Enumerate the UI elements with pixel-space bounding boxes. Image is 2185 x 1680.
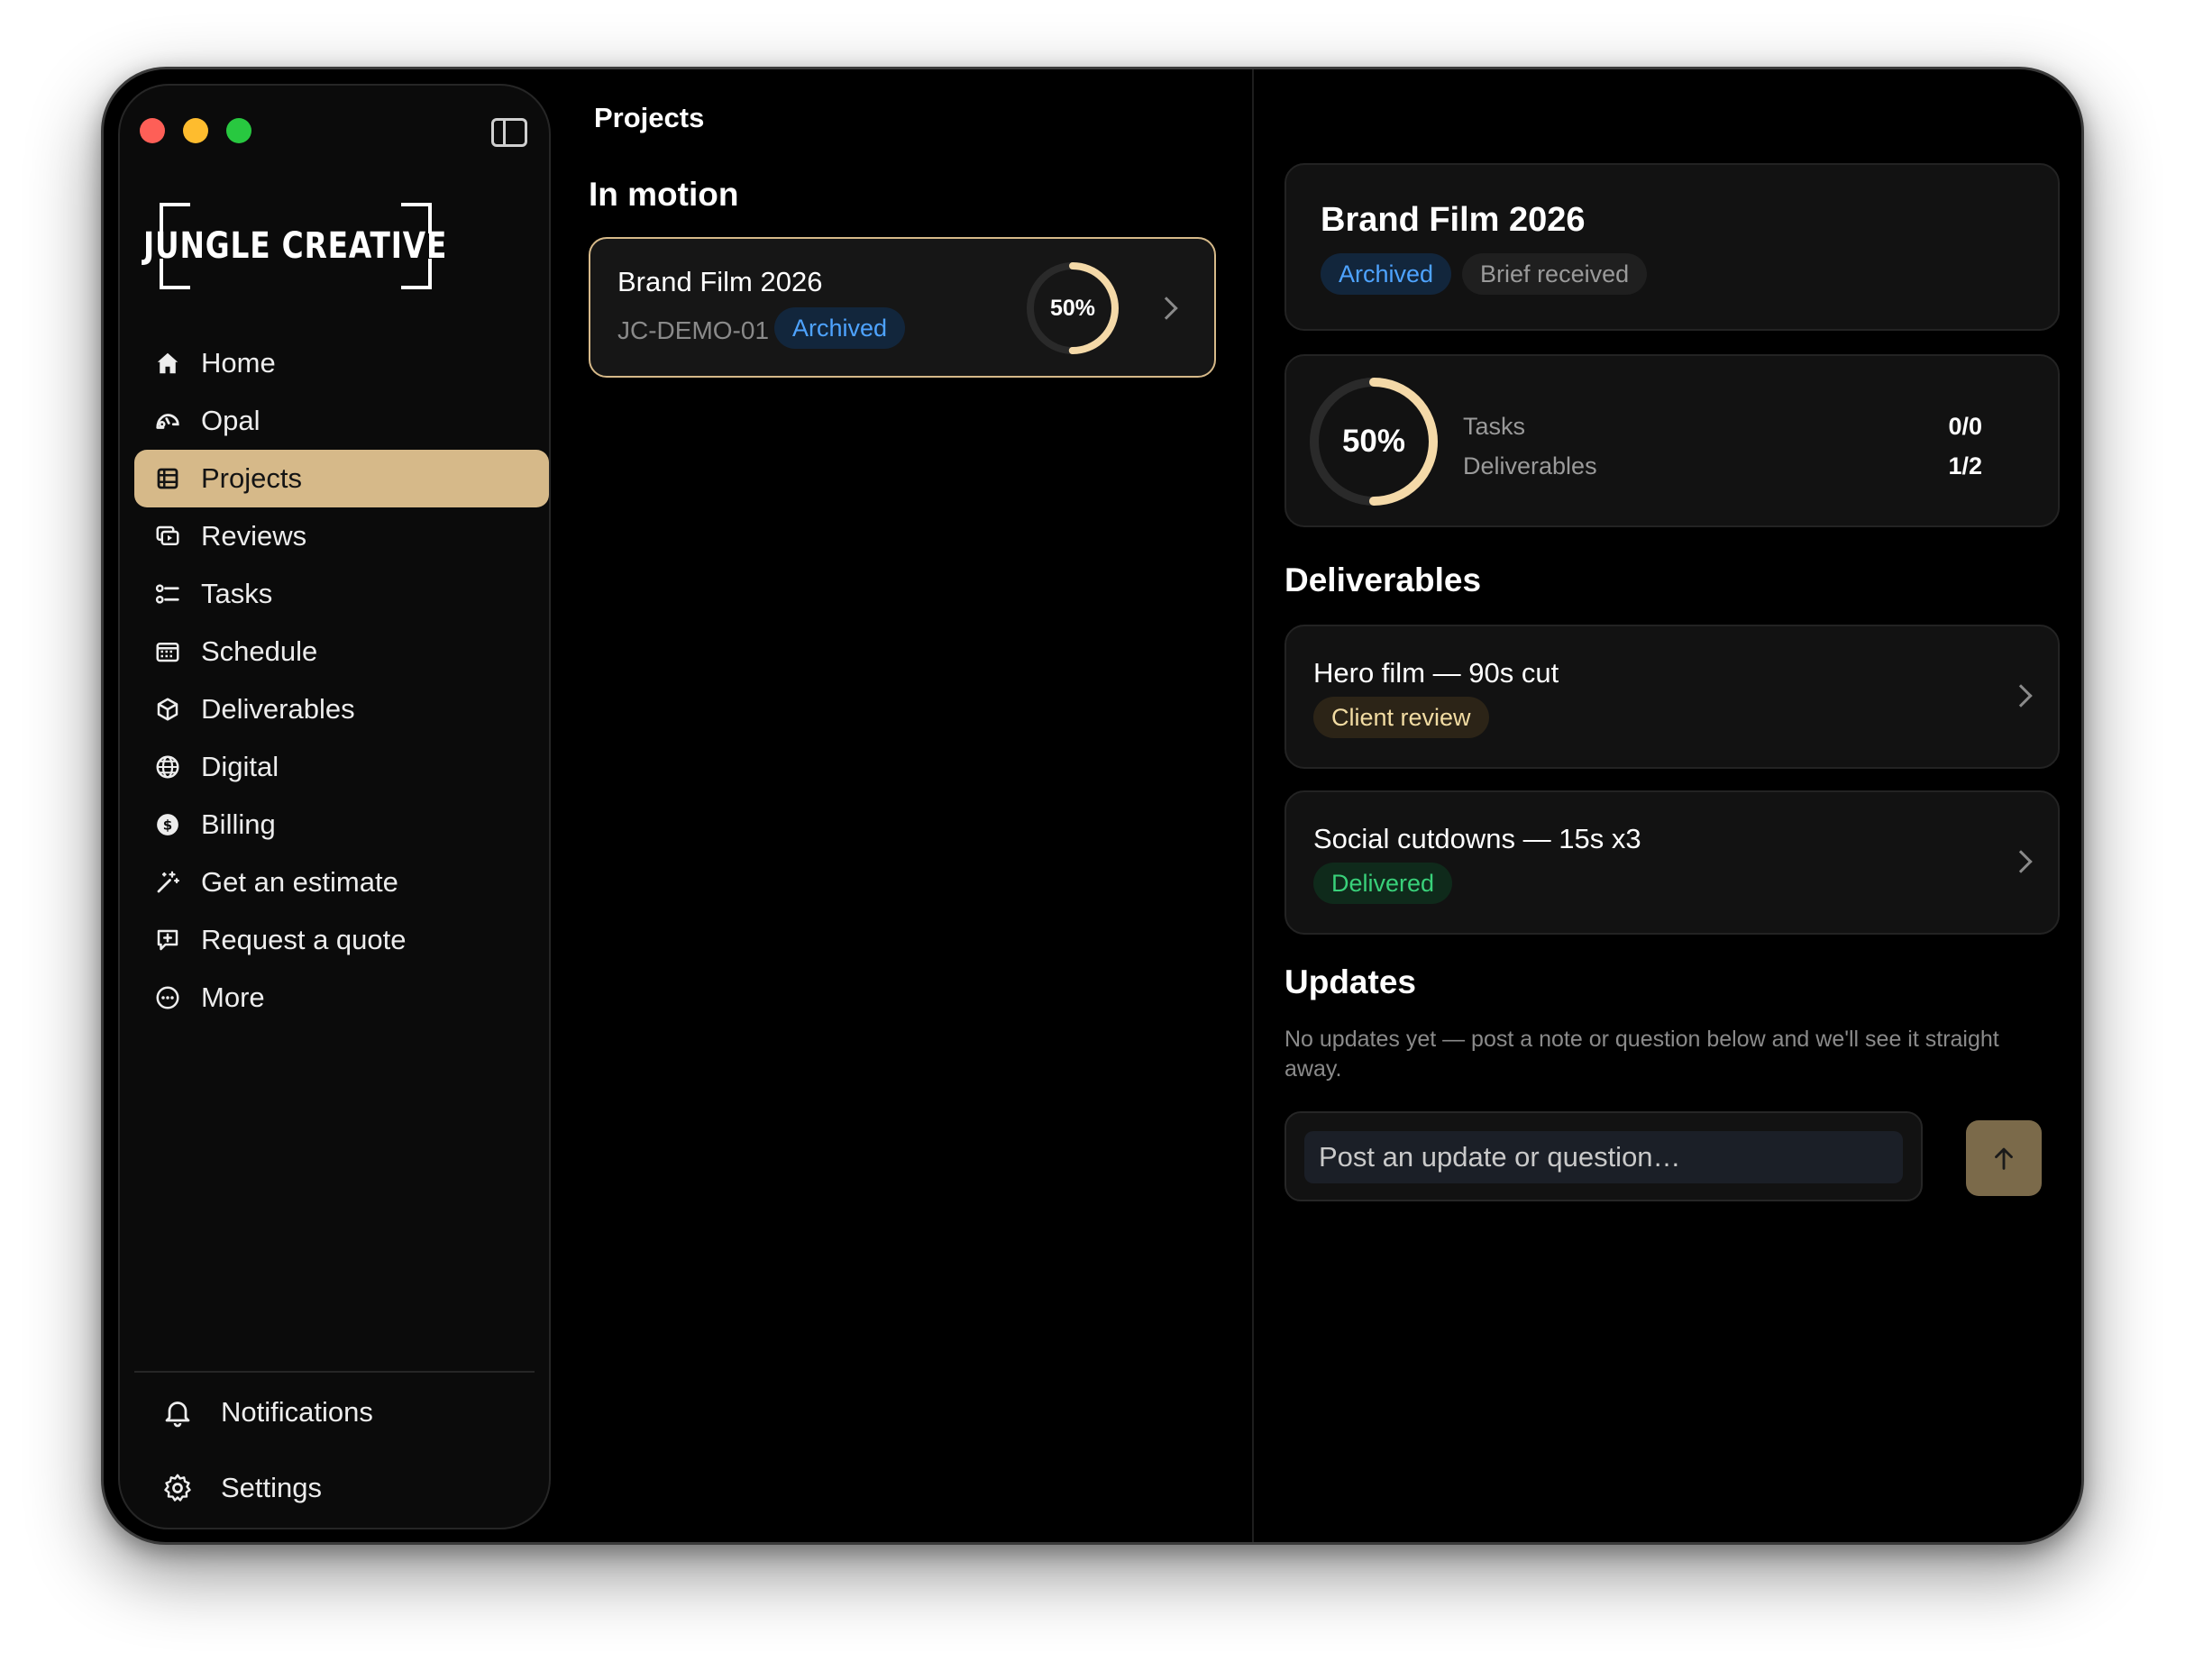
sidebar-nav: Home Opal Projects Reviews Tasks Schedul… — [134, 334, 549, 1027]
chevron-right-icon — [2009, 850, 2033, 873]
detail-badges: Archived Brief received — [1321, 253, 1648, 295]
sidebar-item-label: Notifications — [221, 1396, 373, 1428]
status-badge-brief: Brief received — [1462, 253, 1648, 295]
sidebar-item-deliverables[interactable]: Deliverables — [134, 680, 549, 738]
status-badge: Archived — [774, 307, 906, 349]
sidebar-item-notifications[interactable]: Notifications — [161, 1396, 373, 1429]
projects-icon — [154, 465, 181, 492]
progress-card: 50% Tasks Deliverables 0/0 1/2 — [1284, 354, 2060, 527]
minimize-window-button[interactable] — [183, 118, 208, 143]
svg-text:$: $ — [163, 817, 172, 834]
progress-ring: 50% — [1025, 260, 1120, 356]
reviews-icon — [154, 523, 181, 550]
sidebar-item-label: Digital — [201, 751, 279, 782]
project-card[interactable]: Brand Film 2026 JC-DEMO-01 Archived 50% — [589, 237, 1216, 378]
sidebar-item-projects[interactable]: Projects — [134, 450, 549, 507]
stat-value-deliverables: 1/2 — [1948, 452, 1982, 479]
sidebar-item-label: Request a quote — [201, 924, 407, 955]
home-icon — [154, 350, 181, 377]
sidebar-item-label: Home — [201, 347, 276, 379]
sidebar-item-label: Schedule — [201, 635, 318, 667]
sidebar-item-opal[interactable]: Opal — [134, 392, 549, 450]
section-title-updates: Updates — [1284, 963, 1416, 1000]
chevron-right-icon — [1155, 297, 1178, 320]
stat-values: 0/0 1/2 — [1948, 406, 1982, 486]
send-update-button[interactable] — [1966, 1120, 2042, 1196]
tasks-icon — [154, 580, 181, 607]
sidebar-item-reviews[interactable]: Reviews — [134, 507, 549, 565]
arrow-up-icon — [1995, 1147, 2013, 1170]
sidebar-item-tasks[interactable]: Tasks — [134, 565, 549, 623]
sidebar-divider — [134, 1371, 535, 1373]
sidebar-item-request-quote[interactable]: Request a quote — [134, 911, 549, 969]
project-title: Brand Film 2026 — [617, 266, 823, 297]
update-composer — [1284, 1111, 1923, 1201]
sidebar-item-label: Reviews — [201, 520, 307, 552]
progress-label: 50% — [1341, 424, 1406, 459]
project-header-card: Brand Film 2026 Archived Brief received — [1284, 163, 2060, 331]
deliverable-name: Hero film — 90s cut — [1313, 657, 1559, 689]
window-controls — [140, 118, 251, 143]
section-title-deliverables: Deliverables — [1284, 562, 1482, 598]
sidebar-item-label: Opal — [201, 405, 261, 436]
project-detail: Brand Film 2026 Archived Brief received … — [1284, 69, 2060, 1542]
opal-icon — [154, 407, 181, 434]
stat-label-deliverables: Deliverables — [1463, 452, 1597, 479]
project-code: JC-DEMO-01 — [617, 316, 770, 344]
sidebar-item-get-estimate[interactable]: Get an estimate — [134, 854, 549, 911]
sparkle-wand-icon — [154, 869, 181, 896]
sidebar: JUNGLE CREATIVE Home Opal Projects Revie… — [118, 84, 551, 1529]
brand-logo-text: JUNGLE CREATIVE — [143, 225, 448, 267]
status-badge: Client review — [1313, 697, 1489, 738]
deliverable-name: Social cutdowns — 15s x3 — [1313, 823, 1641, 854]
stat-value-tasks: 0/0 — [1948, 413, 1982, 440]
zoom-window-button[interactable] — [226, 118, 251, 143]
status-badge: Delivered — [1313, 863, 1453, 904]
progress-label: 50% — [1049, 295, 1096, 321]
deliverable-item[interactable]: Social cutdowns — 15s x3 Delivered — [1284, 790, 2060, 935]
sidebar-item-home[interactable]: Home — [134, 334, 549, 392]
sidebar-item-settings[interactable]: Settings — [161, 1472, 322, 1504]
sidebar-item-label: Projects — [201, 462, 302, 494]
sidebar-item-label: Billing — [201, 808, 276, 840]
sidebar-item-more[interactable]: More — [134, 969, 549, 1027]
stat-label-tasks: Tasks — [1463, 413, 1526, 440]
sidebar-item-digital[interactable]: Digital — [134, 738, 549, 796]
message-plus-icon — [154, 927, 181, 954]
close-window-button[interactable] — [140, 118, 165, 143]
globe-icon — [154, 753, 181, 781]
deliverable-item[interactable]: Hero film — 90s cut Client review — [1284, 625, 2060, 769]
column-divider — [1252, 69, 1254, 1542]
sidebar-item-schedule[interactable]: Schedule — [134, 623, 549, 680]
section-title-in-motion: In motion — [589, 176, 739, 213]
page-title: Projects — [594, 102, 705, 133]
dollar-icon: $ — [154, 811, 181, 838]
bell-icon — [161, 1396, 194, 1429]
status-badge-archived: Archived — [1321, 253, 1452, 295]
calendar-icon — [154, 638, 181, 665]
sidebar-item-billing[interactable]: $ Billing — [134, 796, 549, 854]
more-icon — [154, 984, 181, 1011]
app-window: JUNGLE CREATIVE Home Opal Projects Revie… — [101, 67, 2084, 1545]
projects-column: Projects In motion Brand Film 2026 JC-DE… — [565, 69, 1358, 1542]
sidebar-item-label: Get an estimate — [201, 866, 398, 898]
gear-icon — [161, 1472, 194, 1504]
progress-ring: 50% — [1308, 376, 1440, 507]
updates-empty-text: No updates yet — post a note or question… — [1284, 1027, 1999, 1082]
sidebar-item-label: More — [201, 982, 265, 1013]
sidebar-item-label: Tasks — [201, 578, 273, 609]
sidebar-toggle-icon[interactable] — [491, 118, 527, 147]
chevron-right-icon — [2009, 684, 2033, 708]
stat-labels: Tasks Deliverables — [1463, 406, 1597, 486]
brand-logo: JUNGLE CREATIVE — [143, 203, 447, 289]
sidebar-item-label: Settings — [221, 1472, 323, 1503]
box-icon — [154, 696, 181, 723]
detail-title: Brand Film 2026 — [1321, 201, 1586, 239]
update-input[interactable] — [1304, 1131, 1903, 1183]
sidebar-item-label: Deliverables — [201, 693, 355, 725]
